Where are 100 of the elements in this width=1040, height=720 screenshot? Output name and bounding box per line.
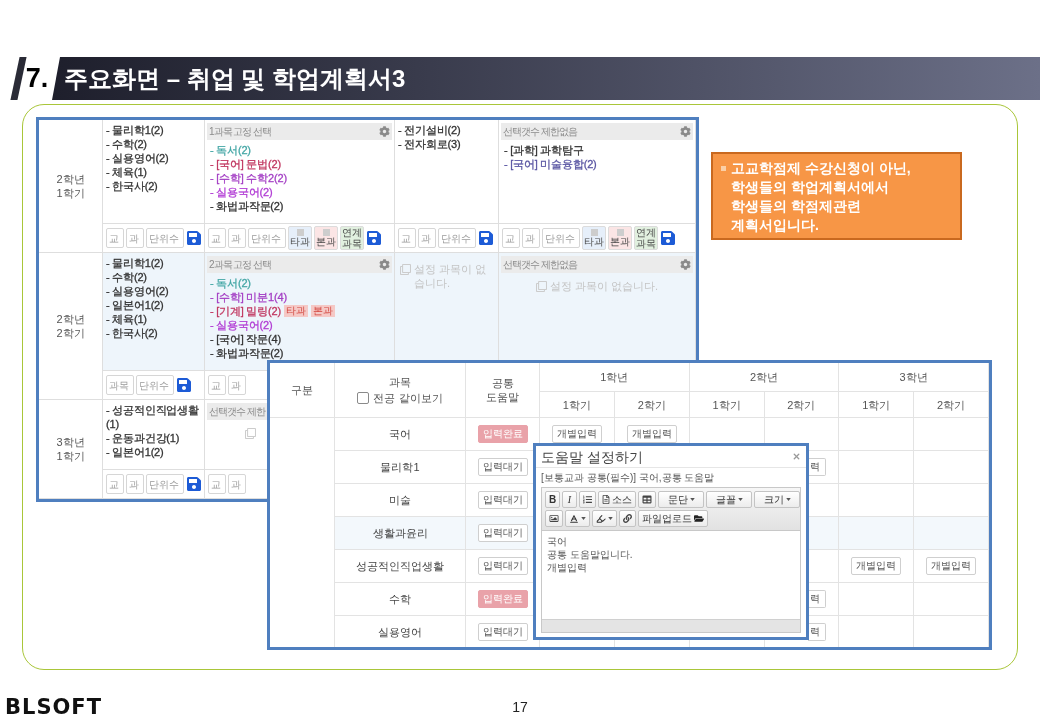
document-icon — [602, 495, 610, 504]
column-header: 과목 — [389, 375, 411, 389]
input-field[interactable]: 교 — [106, 228, 124, 248]
group-title: 2과목 고정 선택 — [209, 258, 272, 272]
subject-item: - 실용국어(2) — [210, 185, 273, 199]
save-icon[interactable] — [186, 476, 202, 492]
status-button[interactable]: 입력대기 — [477, 623, 528, 641]
settings-icon[interactable] — [680, 259, 691, 270]
highlighter-icon — [596, 513, 606, 524]
tag-chip[interactable]: 연계 과목 — [634, 226, 658, 250]
toggle-chip[interactable]: 본과 — [314, 226, 338, 250]
page-number: 17 — [512, 700, 528, 714]
toggle-chip[interactable]: 타과 — [288, 226, 312, 250]
entry-button[interactable]: 개별입력 — [851, 557, 902, 575]
subject-name: 물리학1 — [380, 459, 420, 475]
checkbox[interactable] — [616, 229, 624, 236]
subject-item: - [수학] 미분1(4) — [210, 290, 287, 304]
subject-item: - 실용영어(2) — [106, 284, 169, 298]
numbered-list-icon — [583, 495, 592, 504]
save-icon[interactable] — [176, 377, 192, 393]
input-field[interactable]: 교 — [208, 375, 226, 395]
input-field[interactable]: 과 — [418, 228, 436, 248]
section-number: 7. — [24, 62, 50, 96]
upload-button[interactable]: 파일업로드 — [638, 510, 708, 527]
settings-icon[interactable] — [379, 126, 390, 137]
column-header: 1학년 — [540, 363, 690, 392]
bold-button[interactable]: B — [545, 491, 560, 508]
input-field[interactable]: 과 — [228, 228, 246, 248]
highlight-color-button[interactable] — [592, 510, 617, 527]
company-logo: BLSOFT — [4, 696, 103, 718]
input-field[interactable]: 단위수 — [136, 375, 174, 395]
checkbox[interactable] — [322, 229, 330, 236]
dropdown-select[interactable]: 글꼴 — [706, 491, 752, 508]
subject-name: 수학 — [389, 591, 411, 607]
input-field[interactable]: 교 — [106, 474, 124, 494]
subject-item: - [과학] 과학탐구 — [504, 143, 584, 157]
settings-icon[interactable] — [680, 126, 691, 137]
group-title: 선택갯수 제한없음 — [503, 258, 577, 272]
status-button[interactable]: 입력대기 — [477, 524, 528, 542]
source-button[interactable]: 소스 — [598, 491, 636, 508]
save-icon[interactable] — [478, 230, 494, 246]
input-field[interactable]: 교 — [208, 474, 226, 494]
entry-button[interactable]: 개별입력 — [551, 425, 602, 443]
subject-name: 실용영어 — [378, 624, 422, 640]
subject-item: - 화법과작문(2) — [210, 199, 284, 213]
input-field[interactable]: 단위수 — [542, 228, 580, 248]
dropdown-select[interactable]: 문단 — [658, 491, 704, 508]
column-header: 2학년 — [689, 363, 840, 392]
save-icon[interactable] — [660, 230, 676, 246]
row-header-cell: 2학년 1학기 — [39, 120, 103, 253]
close-icon[interactable] — [792, 452, 801, 461]
table-button[interactable] — [638, 491, 656, 508]
input-field[interactable]: 교 — [208, 228, 226, 248]
subject-item: - 독서(2) — [210, 276, 251, 290]
input-field[interactable]: 과목 — [106, 375, 134, 395]
image-button[interactable] — [545, 510, 563, 527]
callout-text: 고교학점제 수강신청이 아닌, 학생들의 학업계획서에서 학생들의 학점제관련 계획서입니다. — [731, 159, 911, 235]
input-field[interactable]: 교 — [502, 228, 520, 248]
subject-name: 성공적인직업생활 — [356, 558, 444, 574]
checkbox[interactable] — [590, 229, 598, 236]
input-field[interactable]: 단위수 — [438, 228, 476, 248]
subject-item: - 실용국어(2) — [210, 318, 273, 332]
subject-item: - 물리학1(2) — [106, 123, 164, 137]
dropdown-select[interactable]: 크기 — [754, 491, 800, 508]
numbered-list-button[interactable] — [579, 491, 596, 508]
input-field[interactable]: 과 — [126, 474, 144, 494]
entry-button[interactable]: 개별입력 — [926, 557, 977, 575]
subject-item: - [국어] 작문(4) — [210, 332, 281, 346]
status-button[interactable]: 입력대기 — [477, 557, 528, 575]
checkbox[interactable] — [357, 392, 370, 404]
checkbox[interactable] — [296, 229, 304, 236]
subject-item: - 전기설비(2) — [398, 123, 461, 137]
italic-button[interactable]: I — [562, 491, 577, 508]
subject-item: - [수학] 수학2(2) — [210, 171, 287, 185]
link-button[interactable] — [619, 510, 636, 527]
subject-item: - [국어] 미술융합(2) — [504, 157, 597, 171]
input-field[interactable]: 과 — [522, 228, 540, 248]
tag-badge: 본과 — [310, 305, 335, 317]
copy-icon — [535, 281, 547, 292]
tag-chip[interactable]: 연계 과목 — [340, 226, 364, 250]
status-button[interactable]: 입력대기 — [477, 491, 528, 509]
status-button[interactable]: 입력대기 — [477, 458, 528, 476]
toggle-chip[interactable]: 타과 — [582, 226, 606, 250]
save-icon[interactable] — [366, 230, 382, 246]
input-field[interactable]: 단위수 — [146, 474, 184, 494]
text-color-button[interactable] — [565, 510, 590, 527]
input-field[interactable]: 교 — [398, 228, 416, 248]
input-field[interactable]: 과 — [228, 474, 246, 494]
group-title: 1과목 고정 선택 — [209, 125, 272, 139]
settings-icon[interactable] — [379, 259, 390, 270]
text-color-icon — [569, 513, 579, 524]
input-field[interactable]: 단위수 — [146, 228, 184, 248]
column-header: 3학년 — [839, 363, 989, 392]
save-icon[interactable] — [186, 230, 202, 246]
entry-button[interactable]: 개별입력 — [626, 425, 677, 443]
input-field[interactable]: 단위수 — [248, 228, 286, 248]
input-field[interactable]: 과 — [126, 228, 144, 248]
caret-icon — [785, 498, 791, 501]
toggle-chip[interactable]: 본과 — [608, 226, 632, 250]
input-field[interactable]: 과 — [228, 375, 246, 395]
